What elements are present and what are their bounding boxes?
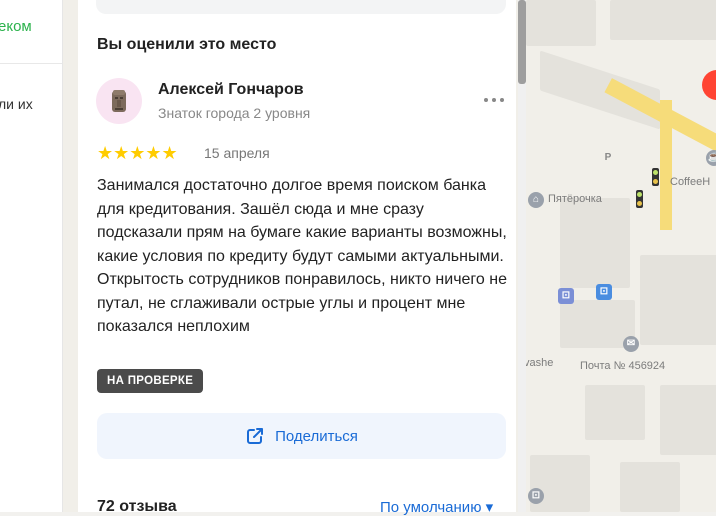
map-road xyxy=(660,100,672,230)
avatar[interactable] xyxy=(96,78,142,124)
share-icon xyxy=(247,428,264,444)
review-text: Занимался достаточно долгое время поиско… xyxy=(97,177,507,335)
sort-dropdown[interactable]: По умолчанию ▾ xyxy=(380,498,493,516)
shop-icon: ⌂ xyxy=(528,192,544,208)
bank-icon: ⊡ xyxy=(596,284,612,300)
map-building xyxy=(526,0,596,46)
map-building xyxy=(640,255,716,345)
moai-avatar-icon xyxy=(112,90,126,112)
status-badge: НА ПРОВЕРКЕ xyxy=(97,369,204,393)
map-building xyxy=(530,455,590,512)
author-name[interactable]: Алексей Гончаров xyxy=(158,81,304,99)
map-building xyxy=(620,462,680,512)
map-label-post: Почта № 456924 xyxy=(580,360,666,372)
panel-scrollbar[interactable] xyxy=(518,0,526,512)
dot-icon xyxy=(500,98,504,102)
review-date: 15 апреля xyxy=(204,145,270,161)
bank-icon: ⊡ xyxy=(558,288,574,304)
share-button[interactable]: Поделиться xyxy=(97,413,506,459)
more-options-button[interactable] xyxy=(480,90,508,110)
divider xyxy=(0,63,62,64)
map-label-vashe: vashe xyxy=(524,357,554,369)
left-strip-text: еком xyxy=(0,18,32,35)
map-building xyxy=(540,50,660,130)
map-label-pyaterochka: Пятёрочка xyxy=(548,193,602,205)
rating-stars: ★★★★★ xyxy=(97,143,178,163)
dot-icon xyxy=(492,98,496,102)
map-marker[interactable] xyxy=(702,70,716,100)
map-poi-icon: ⊡ xyxy=(528,488,544,504)
dot-icon xyxy=(484,98,488,102)
star-icon: ★★★★★ xyxy=(97,143,178,163)
reviews-count: 72 отзыва xyxy=(97,498,177,515)
map-building xyxy=(585,385,645,440)
map-label-coffee: CoffeeH xyxy=(670,176,711,188)
map-building xyxy=(610,0,716,40)
share-label: Поделиться xyxy=(275,427,358,445)
parking-icon: P xyxy=(604,152,612,163)
search-results-strip: еком ли их xyxy=(0,0,63,512)
mail-icon: ✉ xyxy=(623,336,639,352)
traffic-light-icon xyxy=(652,168,659,186)
previous-card-edge xyxy=(96,0,506,14)
my-review-heading: Вы оценили это место xyxy=(97,36,277,53)
author-level: Знаток города 2 уровня xyxy=(158,105,311,121)
traffic-light-icon xyxy=(636,190,643,208)
map-building xyxy=(660,385,716,455)
cafe-icon: ☕ xyxy=(706,150,716,166)
scrollbar-thumb[interactable] xyxy=(518,0,526,84)
left-strip-text: ли их xyxy=(0,96,33,112)
map-building xyxy=(560,198,630,288)
